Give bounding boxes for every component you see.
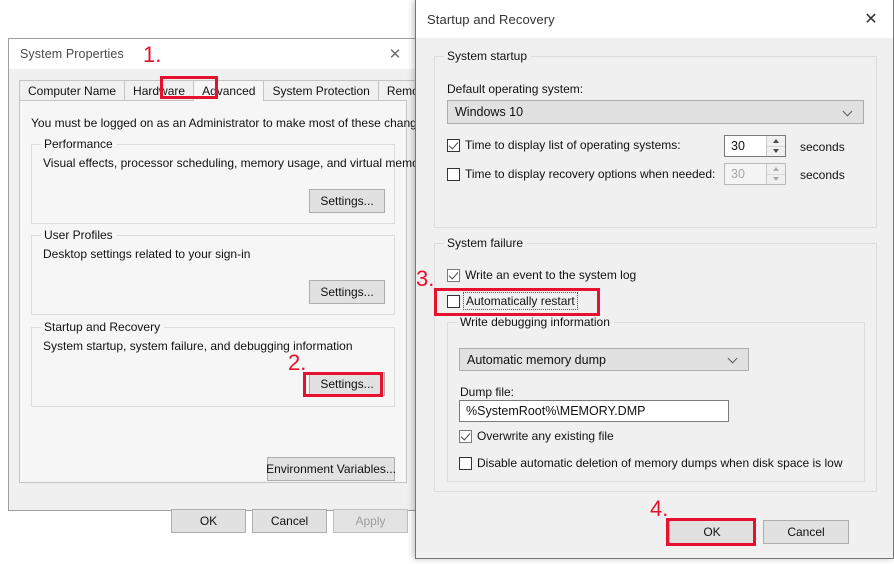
close-icon[interactable]: ✕: [849, 0, 893, 38]
user-profiles-settings-button[interactable]: Settings...: [309, 280, 385, 304]
dump-file-label: Dump file:: [460, 385, 515, 399]
spinner-up-icon: [767, 164, 785, 175]
performance-group: Performance Visual effects, processor sc…: [31, 137, 429, 224]
dump-type-value: Automatic memory dump: [467, 352, 606, 367]
startup-recovery-cancel-button[interactable]: Cancel: [763, 520, 849, 544]
timeout-recovery-spinner: 30: [724, 163, 786, 185]
timeout-recovery-checkbox-row[interactable]: Time to display recovery options when ne…: [447, 167, 715, 181]
annotation-step-4: 4.: [650, 496, 669, 521]
timeout-recovery-unit: seconds: [800, 168, 845, 182]
user-profiles-group: User Profiles Desktop settings related t…: [31, 228, 395, 315]
startup-recovery-group: Startup and Recovery System startup, sys…: [31, 320, 395, 407]
timeout-os-spinner[interactable]: 30: [724, 135, 786, 157]
write-event-checkbox[interactable]: [447, 268, 460, 282]
performance-settings-button[interactable]: Settings...: [309, 189, 385, 213]
timeout-recovery-value: 30: [731, 167, 745, 181]
dump-file-input[interactable]: %SystemRoot%\MEMORY.DMP: [459, 400, 729, 422]
startup-recovery-ok-button[interactable]: OK: [669, 520, 755, 544]
chevron-down-icon: [843, 107, 854, 118]
auto-restart-checkbox-row[interactable]: Automatically restart: [447, 292, 578, 310]
annotation-step-1: 1.: [143, 42, 162, 67]
user-profiles-group-legend: User Profiles: [41, 228, 117, 242]
startup-recovery-titlebar: Startup and Recovery ✕: [416, 0, 893, 38]
tab-hardware[interactable]: Hardware: [124, 80, 195, 101]
annotation-step-3: 3.: [416, 266, 435, 291]
system-properties-ok-button[interactable]: OK: [171, 509, 246, 533]
system-startup-legend: System startup: [444, 49, 532, 63]
tab-system-protection[interactable]: System Protection: [263, 80, 379, 101]
system-properties-tabstrip: Computer Name Hardware Advanced System P…: [19, 79, 438, 101]
startup-recovery-group-legend: Startup and Recovery: [41, 320, 165, 334]
timeout-os-value[interactable]: 30: [725, 136, 766, 156]
startup-recovery-window: Startup and Recovery ✕ System startup De…: [415, 0, 894, 559]
system-failure-legend: System failure: [444, 236, 528, 250]
overwrite-label: Overwrite any existing file: [477, 429, 614, 443]
spinner-down-icon[interactable]: [767, 146, 785, 156]
tab-advanced[interactable]: Advanced: [193, 80, 265, 101]
system-properties-title: System Properties: [20, 47, 124, 61]
spinner-down-icon: [767, 174, 785, 184]
system-properties-titlebar: System Properties ✕: [9, 39, 417, 69]
write-event-checkbox-row[interactable]: Write an event to the system log: [447, 268, 636, 282]
overwrite-checkbox[interactable]: [459, 429, 472, 443]
system-properties-apply-button: Apply: [333, 509, 408, 533]
chevron-down-icon: [728, 354, 739, 365]
overwrite-checkbox-row[interactable]: Overwrite any existing file: [459, 429, 614, 443]
auto-restart-label: Automatically restart: [463, 292, 578, 310]
timeout-os-label: Time to display list of operating system…: [465, 138, 681, 152]
auto-restart-checkbox[interactable]: [447, 294, 460, 308]
timeout-recovery-label: Time to display recovery options when ne…: [465, 167, 716, 181]
timeout-recovery-spinner-buttons: [766, 164, 785, 184]
timeout-recovery-checkbox[interactable]: [447, 167, 460, 181]
timeout-os-checkbox[interactable]: [447, 138, 460, 152]
disable-deletion-checkbox-row[interactable]: Disable automatic deletion of memory dum…: [459, 456, 843, 470]
startup-recovery-settings-button[interactable]: Settings...: [309, 372, 385, 396]
timeout-os-spinner-buttons: [766, 136, 785, 156]
timeout-os-checkbox-row[interactable]: Time to display list of operating system…: [447, 138, 681, 152]
dump-file-value: %SystemRoot%\MEMORY.DMP: [466, 404, 646, 418]
system-properties-cancel-button[interactable]: Cancel: [252, 509, 327, 533]
spinner-up-icon[interactable]: [767, 136, 785, 147]
environment-variables-button[interactable]: Environment Variables...: [266, 457, 396, 481]
default-os-combobox[interactable]: Windows 10: [447, 100, 864, 124]
tab-computer-name[interactable]: Computer Name: [19, 80, 126, 101]
startup-recovery-title: Startup and Recovery: [427, 11, 555, 27]
administrator-notice: You must be logged on as an Administrato…: [31, 116, 433, 130]
write-debugging-legend: Write debugging information: [457, 315, 614, 329]
annotation-step-2: 2.: [288, 350, 307, 375]
system-properties-window: System Properties ✕ Computer Name Hardwa…: [8, 38, 438, 533]
disable-deletion-label: Disable automatic deletion of memory dum…: [477, 456, 843, 470]
startup-recovery-description: System startup, system failure, and debu…: [43, 339, 353, 353]
default-os-value: Windows 10: [455, 105, 524, 119]
user-profiles-description: Desktop settings related to your sign-in: [43, 247, 251, 261]
default-os-label: Default operating system:: [447, 82, 584, 96]
write-event-label: Write an event to the system log: [465, 268, 637, 282]
close-icon[interactable]: ✕: [373, 39, 417, 69]
performance-description: Visual effects, processor scheduling, me…: [43, 156, 429, 170]
timeout-os-unit: seconds: [800, 140, 845, 154]
disable-deletion-checkbox[interactable]: [459, 456, 472, 470]
performance-group-legend: Performance: [41, 137, 117, 151]
dump-type-combobox[interactable]: Automatic memory dump: [459, 348, 749, 371]
